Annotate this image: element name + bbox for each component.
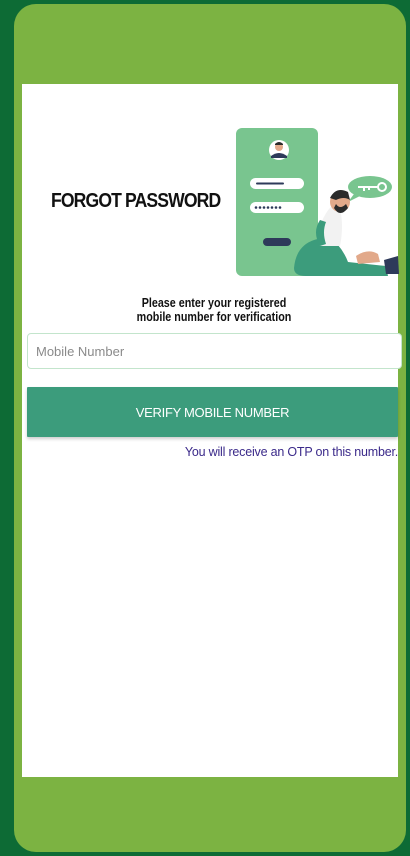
otp-hint-text: You will receive an OTP on this number. <box>184 445 398 459</box>
user-avatar-icon <box>269 140 289 160</box>
password-field-icon <box>250 202 304 213</box>
forgot-password-illustration <box>236 128 399 276</box>
login-pill-icon <box>263 238 291 246</box>
verify-mobile-number-button[interactable]: VERIFY MOBILE NUMBER <box>27 387 398 437</box>
instruction-text: Please enter your registered mobile numb… <box>111 296 317 324</box>
page-title: FORGOT PASSWORD <box>51 190 221 212</box>
instruction-line-1: Please enter your registered <box>141 296 287 310</box>
forgot-password-screen: FORGOT PASSWORD Please enter your regist… <box>22 84 402 777</box>
instruction-line-2: mobile number for verification <box>136 310 292 324</box>
mobile-number-input[interactable] <box>27 333 402 369</box>
key-icon <box>348 176 392 202</box>
username-field-icon <box>250 178 304 189</box>
phone-frame: FORGOT PASSWORD Please enter your regist… <box>14 4 406 852</box>
